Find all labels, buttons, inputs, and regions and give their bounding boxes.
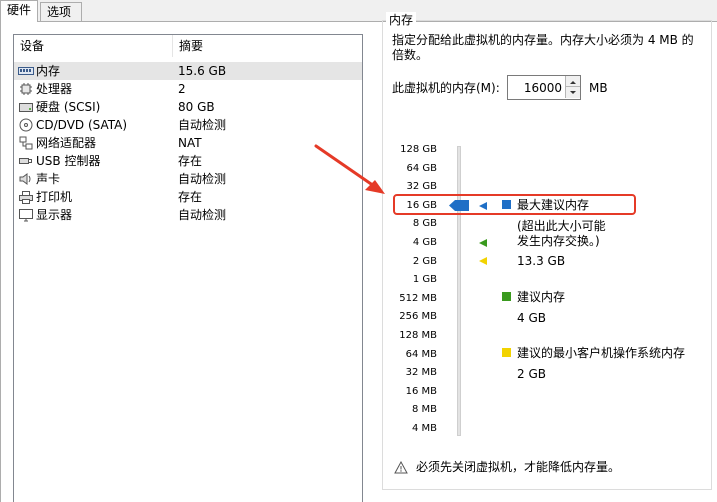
device-summary: 存在 [178,190,203,204]
memory-scale-tick: 128 GB [400,144,437,155]
device-name: CD/DVD (SATA) [36,118,128,132]
usb-icon [18,154,34,168]
min-guest-marker-icon [479,257,487,265]
device-row-printer[interactable]: 打印机 存在 [14,188,362,206]
memory-increase-button[interactable] [565,76,580,87]
annotation-highlight-box [393,194,636,215]
memory-unit: MB [589,81,608,95]
memory-warning: 必须先关闭虚拟机，才能降低内存量。 [394,460,620,475]
min-guest-legend-icon [502,348,511,357]
memory-scale-tick: 512 MB [399,292,437,304]
min-guest-value: 2 GB [517,367,546,381]
device-name: 声卡 [36,172,61,186]
disk-icon [18,100,34,114]
column-header-summary[interactable]: 摘要 [172,35,362,57]
device-summary: 80 GB [178,100,215,114]
memory-scale-tick: 128 MB [399,330,437,341]
cd-icon [18,118,34,132]
memory-scale-tick: 64 MB [405,348,437,360]
device-name: 打印机 [36,190,73,204]
memory-scale-tick: 8 GB [412,218,437,230]
max-recommended-note: (超出此大小可能 发生内存交换。) [517,219,606,248]
device-summary: 2 [178,82,186,96]
memory-group-title: 内存 [386,12,417,28]
device-row-network-adapter[interactable]: 网络适配器 NAT [14,134,362,152]
device-name: USB 控制器 [36,154,101,168]
memory-size-value[interactable]: 16000 [524,80,562,96]
device-row-sound-card[interactable]: 声卡 自动检测 [14,170,362,188]
device-summary: NAT [178,136,202,150]
network-icon [18,136,34,150]
tab-hardware[interactable]: 硬件 [0,0,38,22]
memory-description: 指定分配给此虚拟机的内存量。内存大小必须为 4 MB 的倍数。 [392,33,694,62]
recommended-marker-icon [479,239,487,247]
recommended-value: 4 GB [517,311,546,325]
memory-decrease-button[interactable] [565,87,580,98]
memory-scale-tick: 8 MB [411,404,437,416]
min-guest-title: 建议的最小客户机操作系统内存 [517,346,686,360]
tab-options[interactable]: 选项 [40,2,82,22]
chevron-up-icon [570,81,576,84]
memory-icon [18,64,34,78]
device-summary: 自动检测 [178,118,227,132]
recommended-legend-icon [502,292,511,301]
memory-slider-track[interactable] [457,146,461,436]
memory-scale-tick: 32 MB [405,367,437,379]
device-row-cd-dvd[interactable]: CD/DVD (SATA) 自动检测 [14,116,362,134]
memory-size-input[interactable]: 16000 [507,75,581,100]
memory-scale-tick: 256 MB [399,311,437,323]
memory-scale-tick: 32 GB [406,181,437,193]
memory-scale-tick: 1 GB [412,274,437,286]
device-name: 处理器 [36,82,73,96]
device-row-usb-controller[interactable]: USB 控制器 存在 [14,152,362,170]
device-row-display[interactable]: 显示器 自动检测 [14,206,362,224]
memory-scale-tick: 4 MB [411,423,437,434]
device-list-header: 设备 摘要 [14,35,362,57]
memory-scale-tick: 16 MB [405,385,437,397]
device-row-processor[interactable]: 处理器 2 [14,80,362,98]
device-name: 网络适配器 [36,136,97,150]
memory-scale-tick: 64 GB [406,162,437,174]
sound-icon [18,172,34,186]
device-name: 内存 [36,64,61,78]
device-summary: 自动检测 [178,208,227,222]
monitor-icon [18,208,34,222]
device-summary: 自动检测 [178,172,227,186]
memory-field-label: 此虚拟机的内存(M): [392,81,500,95]
chevron-down-icon [570,91,576,94]
device-name: 硬盘 (SCSI) [36,100,101,114]
device-summary: 15.6 GB [178,64,227,78]
device-list[interactable]: 设备 摘要 内存 15.6 GB 处理器 2 硬盘 (SCSI) 80 GB C… [13,34,363,502]
memory-warning-text: 必须先关闭虚拟机，才能降低内存量。 [416,460,621,474]
tab-bar: 硬件 选项 [0,0,717,22]
device-name: 显示器 [36,208,73,222]
device-summary: 存在 [178,154,203,168]
device-row-hard-disk[interactable]: 硬盘 (SCSI) 80 GB [14,98,362,116]
device-row-memory[interactable]: 内存 15.6 GB [14,62,362,80]
recommended-title: 建议内存 [517,290,566,304]
cpu-icon [18,82,34,96]
memory-scale-tick: 2 GB [412,255,437,267]
column-header-device[interactable]: 设备 [14,35,172,57]
printer-icon [18,190,34,204]
max-recommended-value: 13.3 GB [517,254,566,268]
memory-scale-tick: 4 GB [412,237,437,248]
warning-icon [394,461,408,474]
